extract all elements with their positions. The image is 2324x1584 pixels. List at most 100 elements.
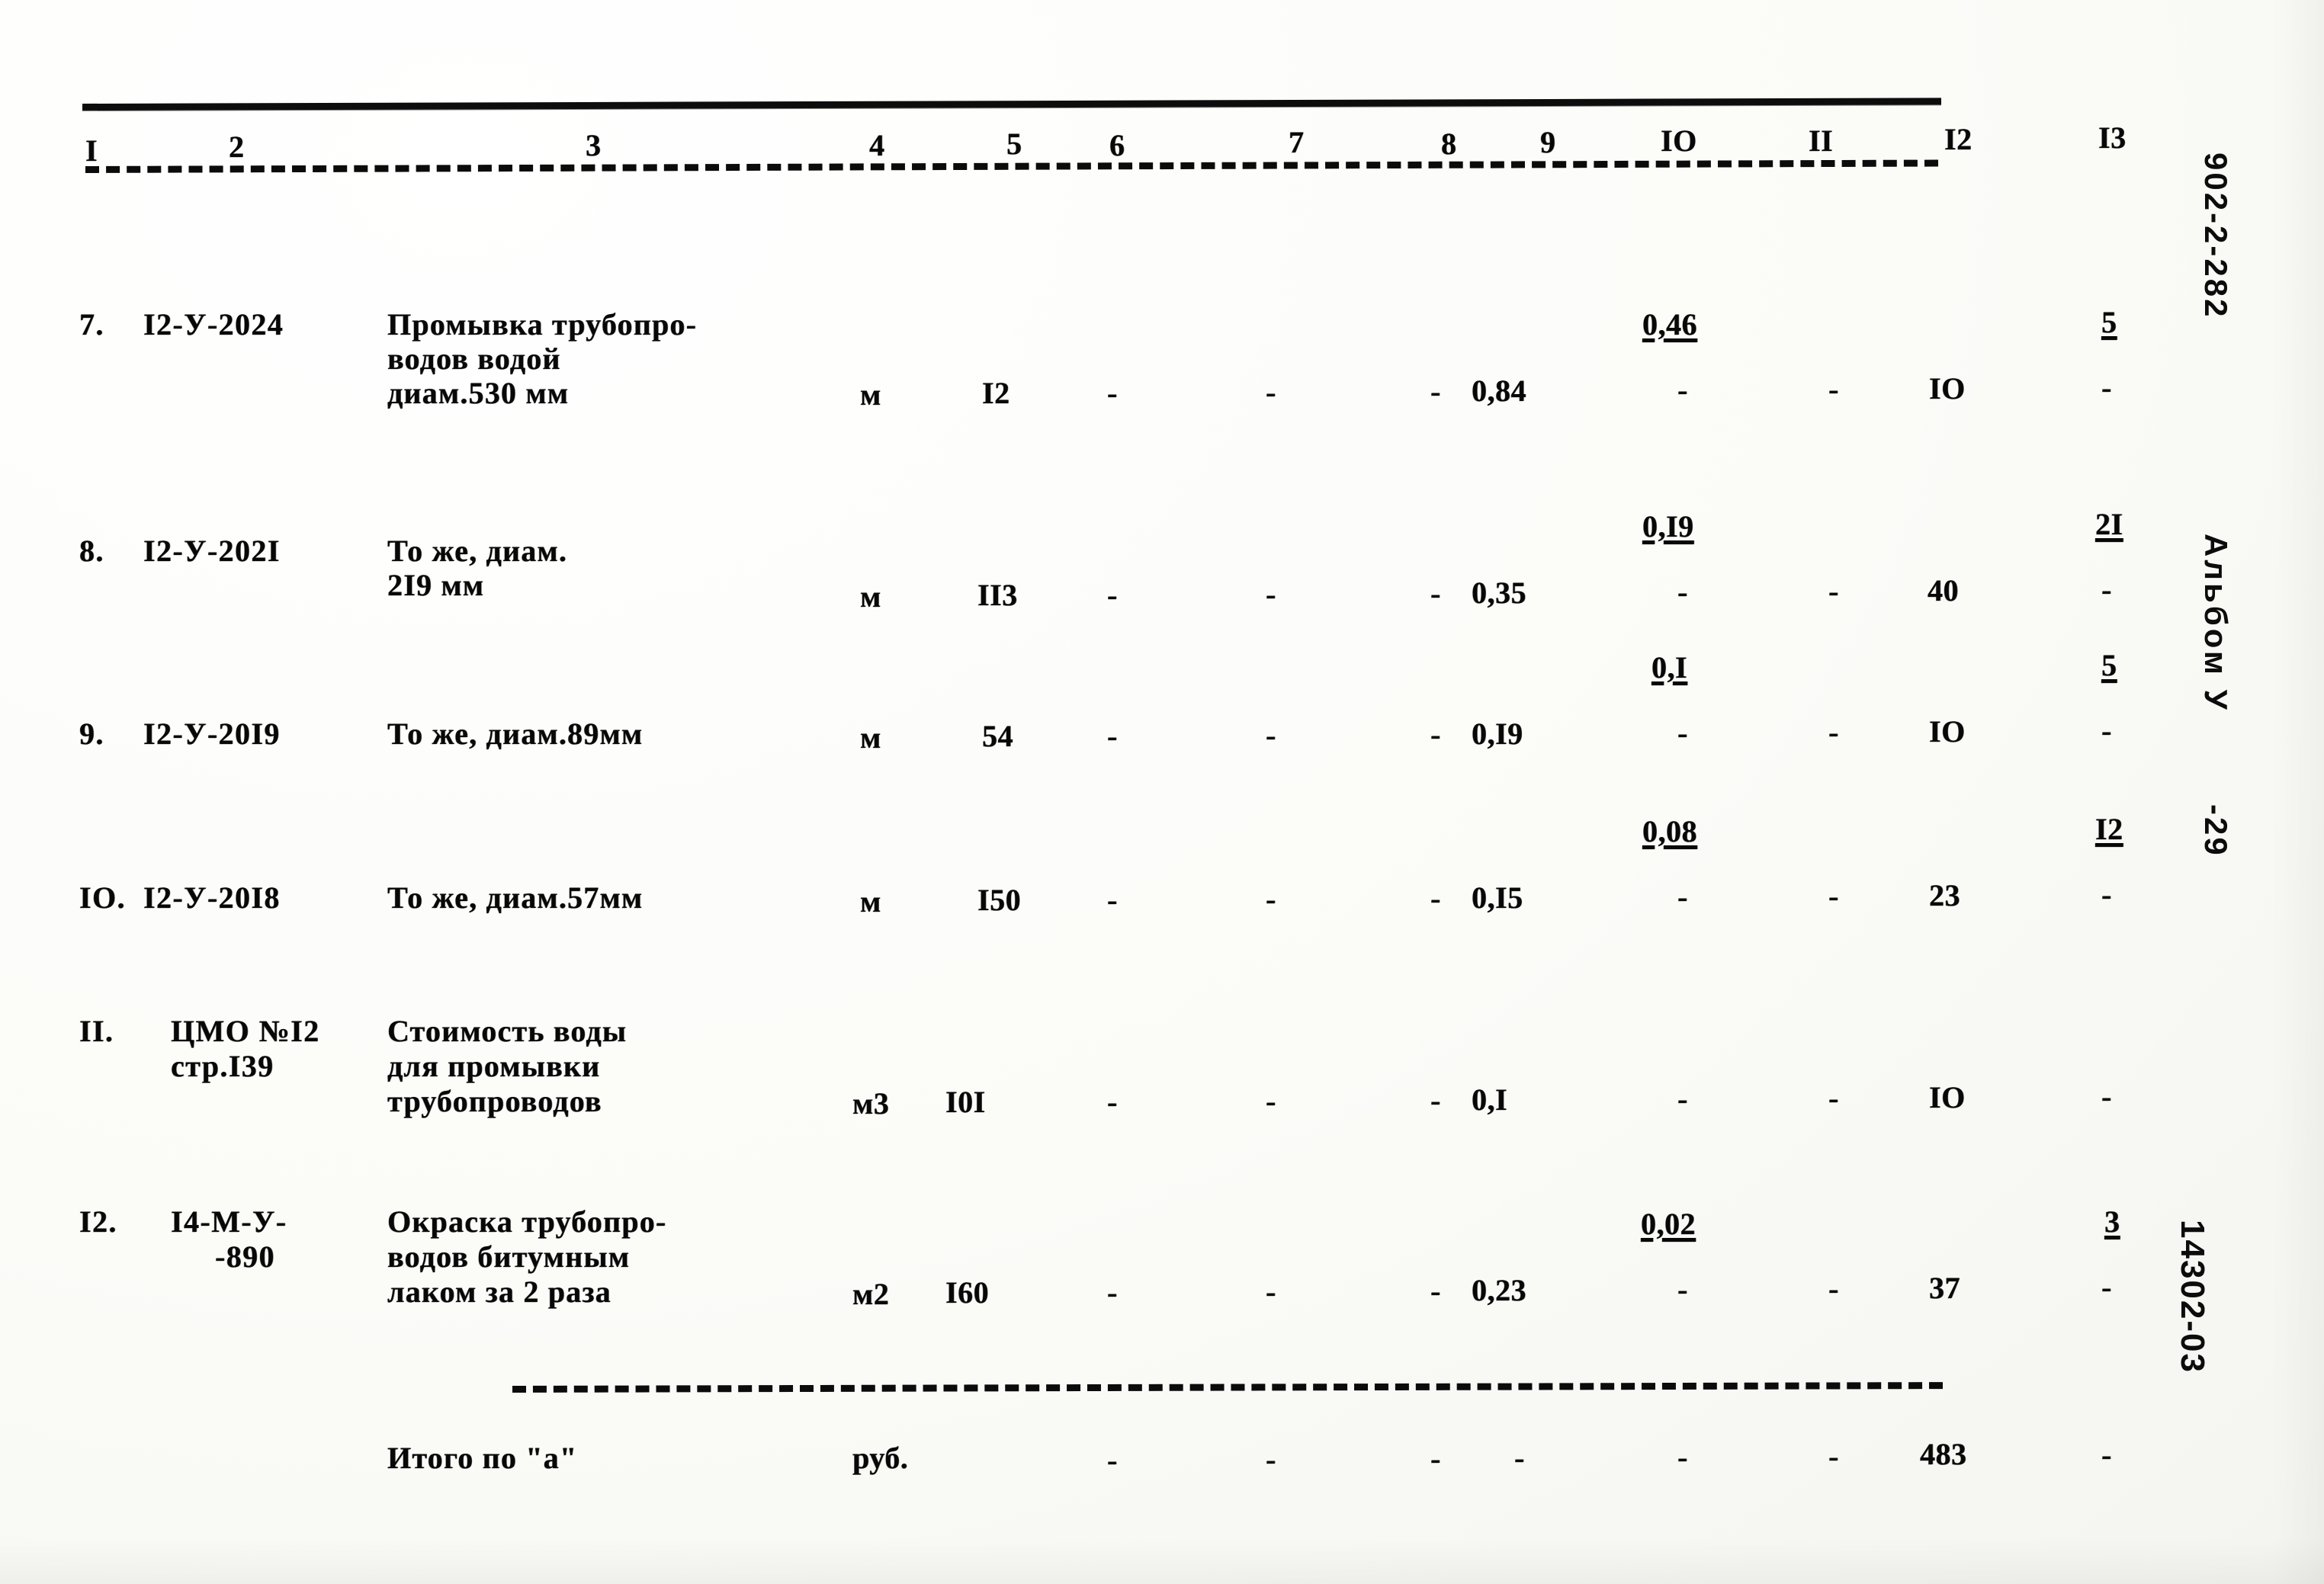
row-7-desc-line-3: диам.530 мм — [387, 376, 570, 410]
row-11-col7: - — [1266, 1084, 1276, 1118]
row-12-col6: - — [1107, 1275, 1118, 1310]
column-header-10: IO — [1661, 123, 1697, 158]
row-9-col13-upper: 5 — [2101, 648, 2117, 682]
row-7-number: 7. — [79, 307, 104, 341]
row-11-qty: I0I — [945, 1085, 986, 1119]
row-12-qty: I60 — [945, 1275, 990, 1310]
row-10-col8: - — [1430, 881, 1441, 915]
row-8-desc-line-1: То же, диам. — [387, 534, 568, 568]
row-10-qty: I50 — [977, 883, 1022, 917]
row-10-col13: - — [2101, 877, 2112, 912]
row-12-col13-upper: 3 — [2104, 1204, 2120, 1239]
margin-drawing-no: 14302-03 — [2174, 1220, 2211, 1374]
row-10-col7: - — [1266, 882, 1276, 916]
row-12-col10-upper: 0,02 — [1641, 1207, 1696, 1241]
total-dashed-separator — [512, 1382, 1944, 1393]
total-row-col8: - — [1514, 1441, 1525, 1475]
row-12-col7: - — [1266, 1275, 1276, 1309]
column-header-4: 4 — [869, 128, 885, 162]
row-7-col6: - — [1107, 376, 1118, 410]
row-9-col12: IO — [1929, 714, 1966, 749]
row-7-code: I2-У-2024 — [143, 307, 284, 341]
row-12-col13: - — [2101, 1270, 2112, 1304]
column-header-9: 9 — [1540, 125, 1556, 159]
row-12-desc-line-1: Окраска трубопро- — [387, 1204, 667, 1239]
row-11-desc-line-1: Стоимость воды — [387, 1014, 628, 1048]
table-top-rule — [82, 98, 1942, 111]
row-8-col13: - — [2101, 572, 2112, 607]
row-9-col6: - — [1107, 719, 1118, 753]
column-header-7: 7 — [1289, 125, 1305, 159]
row-10-col13-upper: I2 — [2095, 812, 2123, 846]
column-header-1: I — [85, 133, 98, 168]
total-row-col9: - — [1677, 1440, 1688, 1474]
row-7-desc-line-2: водов водой — [387, 341, 561, 376]
row-10-unit: м — [860, 884, 881, 919]
header-dashed-separator — [85, 159, 1939, 173]
row-7-qty: I2 — [982, 376, 1010, 410]
row-11-col9: 0,I — [1472, 1082, 1508, 1117]
row-7-col10: - — [1677, 373, 1688, 407]
row-10-col6: - — [1107, 883, 1118, 917]
row-9-code: I2-У-20I9 — [143, 717, 281, 751]
row-8-col10-upper: 0,I9 — [1642, 509, 1694, 543]
document-sheet: I 2 3 4 5 6 7 8 9 IO II I2 I3 7. I2-У-20… — [0, 0, 2324, 1584]
row-7-col13-upper: 5 — [2101, 305, 2117, 339]
row-10-code: I2-У-20I8 — [143, 880, 281, 915]
row-8-code: I2-У-202I — [143, 534, 281, 568]
row-11-col8: - — [1430, 1083, 1441, 1117]
row-7-col11: - — [1828, 372, 1839, 406]
row-12-col11: - — [1828, 1271, 1839, 1306]
total-row-col7: - — [1430, 1441, 1441, 1476]
row-11-code: ЦМО №I2 — [171, 1014, 320, 1048]
row-7-col13: - — [2101, 370, 2112, 405]
column-header-3: 3 — [586, 128, 602, 162]
row-7-col9: 0,84 — [1472, 374, 1526, 408]
row-11-unit: м3 — [852, 1086, 890, 1121]
row-12-number: I2. — [79, 1204, 117, 1239]
total-row-col13: - — [2101, 1438, 2112, 1472]
row-8-col11: - — [1828, 574, 1839, 608]
row-9-desc-line-1: То же, диам.89мм — [387, 717, 644, 751]
row-12-col10: - — [1677, 1272, 1688, 1307]
row-7-col7: - — [1266, 375, 1276, 409]
row-9-qty: 54 — [982, 719, 1013, 753]
row-7-unit: м — [860, 377, 881, 412]
row-11-col13: - — [2101, 1079, 2112, 1114]
row-11-number: II. — [79, 1014, 114, 1048]
row-12-col9: 0,23 — [1472, 1273, 1526, 1307]
row-8-col9: 0,35 — [1472, 576, 1526, 610]
row-12-unit: м2 — [852, 1277, 890, 1311]
row-8-col12: 40 — [1928, 573, 1959, 608]
total-row-col12: 483 — [1920, 1437, 1967, 1471]
column-header-13: I3 — [2098, 120, 2127, 155]
total-row-col11: - — [1828, 1439, 1839, 1473]
row-8-col6: - — [1107, 578, 1118, 612]
row-9-col10-upper: 0,I — [1652, 650, 1688, 685]
row-8-col8: - — [1430, 576, 1441, 611]
row-12-code-2: -890 — [215, 1239, 275, 1274]
row-11-desc-line-3: трубопроводов — [387, 1084, 602, 1118]
margin-series-code: 902-2-282 — [2198, 152, 2234, 319]
row-10-col10-upper: 0,08 — [1642, 814, 1697, 848]
bottom-edge-shading — [0, 1538, 2324, 1584]
row-10-col10: - — [1677, 880, 1688, 914]
row-8-col7: - — [1266, 577, 1276, 611]
row-9-col8: - — [1430, 717, 1441, 752]
row-11-code-2: стр.I39 — [171, 1049, 274, 1083]
row-8-desc-line-2: 2I9 мм — [387, 568, 485, 602]
row-8-number: 8. — [79, 534, 104, 568]
row-10-desc-line-1: То же, диам.57мм — [387, 880, 644, 915]
total-row-label: Итого по "а" — [387, 1441, 578, 1475]
total-row-col6: - — [1266, 1442, 1276, 1477]
row-8-qty: II3 — [977, 578, 1018, 612]
row-8-unit: м — [860, 579, 881, 614]
row-9-col11: - — [1828, 715, 1839, 749]
row-10-col12: 23 — [1929, 878, 1960, 912]
row-7-col10-upper: 0,46 — [1642, 307, 1697, 341]
column-header-12: I2 — [1944, 122, 1973, 156]
row-7-col12: IO — [1929, 371, 1966, 406]
row-10-col9: 0,I5 — [1472, 880, 1523, 915]
column-header-6: 6 — [1109, 128, 1125, 162]
column-header-2: 2 — [229, 130, 245, 164]
